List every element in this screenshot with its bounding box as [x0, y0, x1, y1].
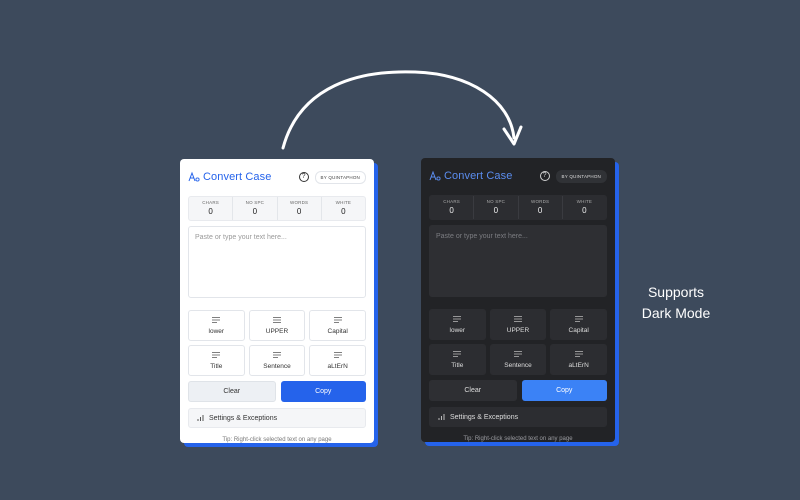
- stat-label: NO SPC: [245, 200, 265, 205]
- tip-text: Tip: Right-click selected text on any pa…: [463, 436, 573, 442]
- stat-value: 0: [341, 207, 346, 216]
- capital-case-button[interactable]: Capital: [309, 310, 366, 341]
- app-title: Convert Case: [444, 170, 513, 182]
- sentence-case-button[interactable]: Sentence: [489, 344, 547, 375]
- settings-label: Settings & Exceptions: [209, 414, 278, 422]
- stat-no-spaces: NO SPC 0: [233, 197, 278, 220]
- copy-button[interactable]: Copy: [280, 381, 366, 402]
- lowercase-button[interactable]: lower: [188, 310, 245, 341]
- text-input[interactable]: [188, 226, 366, 298]
- stat-value: 0: [296, 207, 302, 216]
- case-label: lower: [208, 327, 225, 335]
- stat-label: WORDS: [531, 199, 550, 204]
- question-circle-icon[interactable]: ?: [298, 172, 309, 182]
- align-left-lines-icon: [333, 316, 342, 323]
- text-input[interactable]: [429, 225, 607, 297]
- stat-value: 0: [493, 206, 499, 215]
- caption-line-2: Dark Mode: [641, 305, 711, 321]
- stat-no-spaces: NO SPC 0: [474, 196, 519, 219]
- case-buttons: lower UPPER Capital Title Sentence aLtEr…: [429, 309, 607, 375]
- align-left-lines-icon: [212, 316, 221, 323]
- lowercase-button[interactable]: lower: [429, 309, 486, 340]
- text-case-icon: [188, 171, 200, 182]
- app-title: Convert Case: [203, 171, 272, 183]
- stat-white: WHITE 0: [563, 196, 606, 219]
- stats-bar: CHARS 0 NO SPC 0 WORDS 0 WHITE 0: [188, 196, 366, 221]
- stats-bar: CHARS 0 NO SPC 0 WORDS 0 WHITE 0: [429, 195, 607, 220]
- stat-value: 0: [582, 206, 587, 215]
- action-row: Clear Copy: [188, 381, 366, 402]
- clear-button[interactable]: Clear: [188, 381, 276, 402]
- align-left-lines-icon: [453, 315, 462, 322]
- align-left-lines-icon: [272, 316, 281, 323]
- copy-button[interactable]: Copy: [521, 380, 607, 401]
- case-label: UPPER: [506, 326, 530, 334]
- feature-caption: Supports Dark Mode: [628, 282, 724, 324]
- stat-words: WORDS 0: [278, 197, 322, 220]
- tip-text: Tip: Right-click selected text on any pa…: [222, 437, 332, 443]
- clear-button[interactable]: Clear: [429, 380, 517, 401]
- uppercase-button[interactable]: UPPER: [248, 310, 306, 341]
- align-left-lines-icon: [574, 350, 583, 357]
- stat-value: 0: [208, 207, 213, 216]
- caption-line-1: Supports: [647, 284, 705, 300]
- align-left-lines-icon: [453, 350, 462, 357]
- case-label: Title: [210, 362, 223, 370]
- case-label: Capital: [568, 326, 589, 334]
- settings-label: Settings & Exceptions: [450, 413, 519, 421]
- bar-chart-icon: [197, 415, 204, 421]
- stat-words: WORDS 0: [519, 196, 563, 219]
- capital-case-button[interactable]: Capital: [550, 309, 607, 340]
- stat-value: 0: [252, 207, 258, 216]
- case-label: aLtErN: [568, 361, 589, 369]
- light-mode-panel: Convert Case ? BY QUINTAPHON CHARS 0 NO …: [180, 159, 374, 443]
- logo: Convert Case: [429, 170, 512, 182]
- stat-label: WHITE: [576, 199, 593, 204]
- panel-header: Convert Case ? BY QUINTAPHON: [188, 168, 366, 186]
- text-case-icon: [429, 170, 441, 181]
- case-label: UPPER: [265, 327, 289, 335]
- stat-white: WHITE 0: [322, 197, 365, 220]
- stat-chars: CHARS 0: [189, 197, 234, 220]
- logo: Convert Case: [188, 171, 271, 183]
- align-left-lines-icon: [574, 315, 583, 322]
- case-label: Sentence: [263, 362, 291, 370]
- align-left-lines-icon: [272, 351, 281, 358]
- stat-label: CHARS: [202, 200, 219, 205]
- sentence-case-button[interactable]: Sentence: [248, 345, 306, 376]
- case-label: Capital: [327, 327, 348, 335]
- alternating-case-button[interactable]: aLtErN: [309, 345, 366, 376]
- settings-toggle[interactable]: Settings & Exceptions: [429, 407, 607, 427]
- stat-value: 0: [449, 206, 454, 215]
- author-badge[interactable]: BY QUINTAPHON: [314, 170, 366, 184]
- align-left-lines-icon: [513, 350, 522, 357]
- author-badge[interactable]: BY QUINTAPHON: [555, 169, 607, 183]
- align-left-lines-icon: [333, 351, 342, 358]
- stat-value: 0: [537, 206, 543, 215]
- case-label: aLtErN: [327, 362, 348, 370]
- align-left-lines-icon: [212, 351, 221, 358]
- title-case-button[interactable]: Title: [429, 344, 486, 375]
- case-buttons: lower UPPER Capital Title Sentence aLtEr…: [188, 310, 366, 376]
- settings-toggle[interactable]: Settings & Exceptions: [188, 408, 366, 428]
- align-left-lines-icon: [513, 315, 522, 322]
- curved-arrow-icon: [281, 70, 523, 150]
- bar-chart-icon: [438, 414, 445, 420]
- stat-label: WORDS: [290, 200, 309, 205]
- panel-header: Convert Case ? BY QUINTAPHON: [429, 167, 607, 185]
- uppercase-button[interactable]: UPPER: [489, 309, 547, 340]
- action-row: Clear Copy: [429, 380, 607, 401]
- case-label: Title: [451, 361, 464, 369]
- stat-chars: CHARS 0: [430, 196, 475, 219]
- stat-label: WHITE: [335, 200, 352, 205]
- stat-label: CHARS: [443, 199, 460, 204]
- question-circle-icon[interactable]: ?: [539, 171, 550, 181]
- stat-label: NO SPC: [486, 199, 506, 204]
- title-case-button[interactable]: Title: [188, 345, 245, 376]
- dark-mode-panel: Convert Case ? BY QUINTAPHON CHARS 0 NO …: [421, 158, 615, 442]
- case-label: Sentence: [504, 361, 532, 369]
- alternating-case-button[interactable]: aLtErN: [550, 344, 607, 375]
- case-label: lower: [449, 326, 466, 334]
